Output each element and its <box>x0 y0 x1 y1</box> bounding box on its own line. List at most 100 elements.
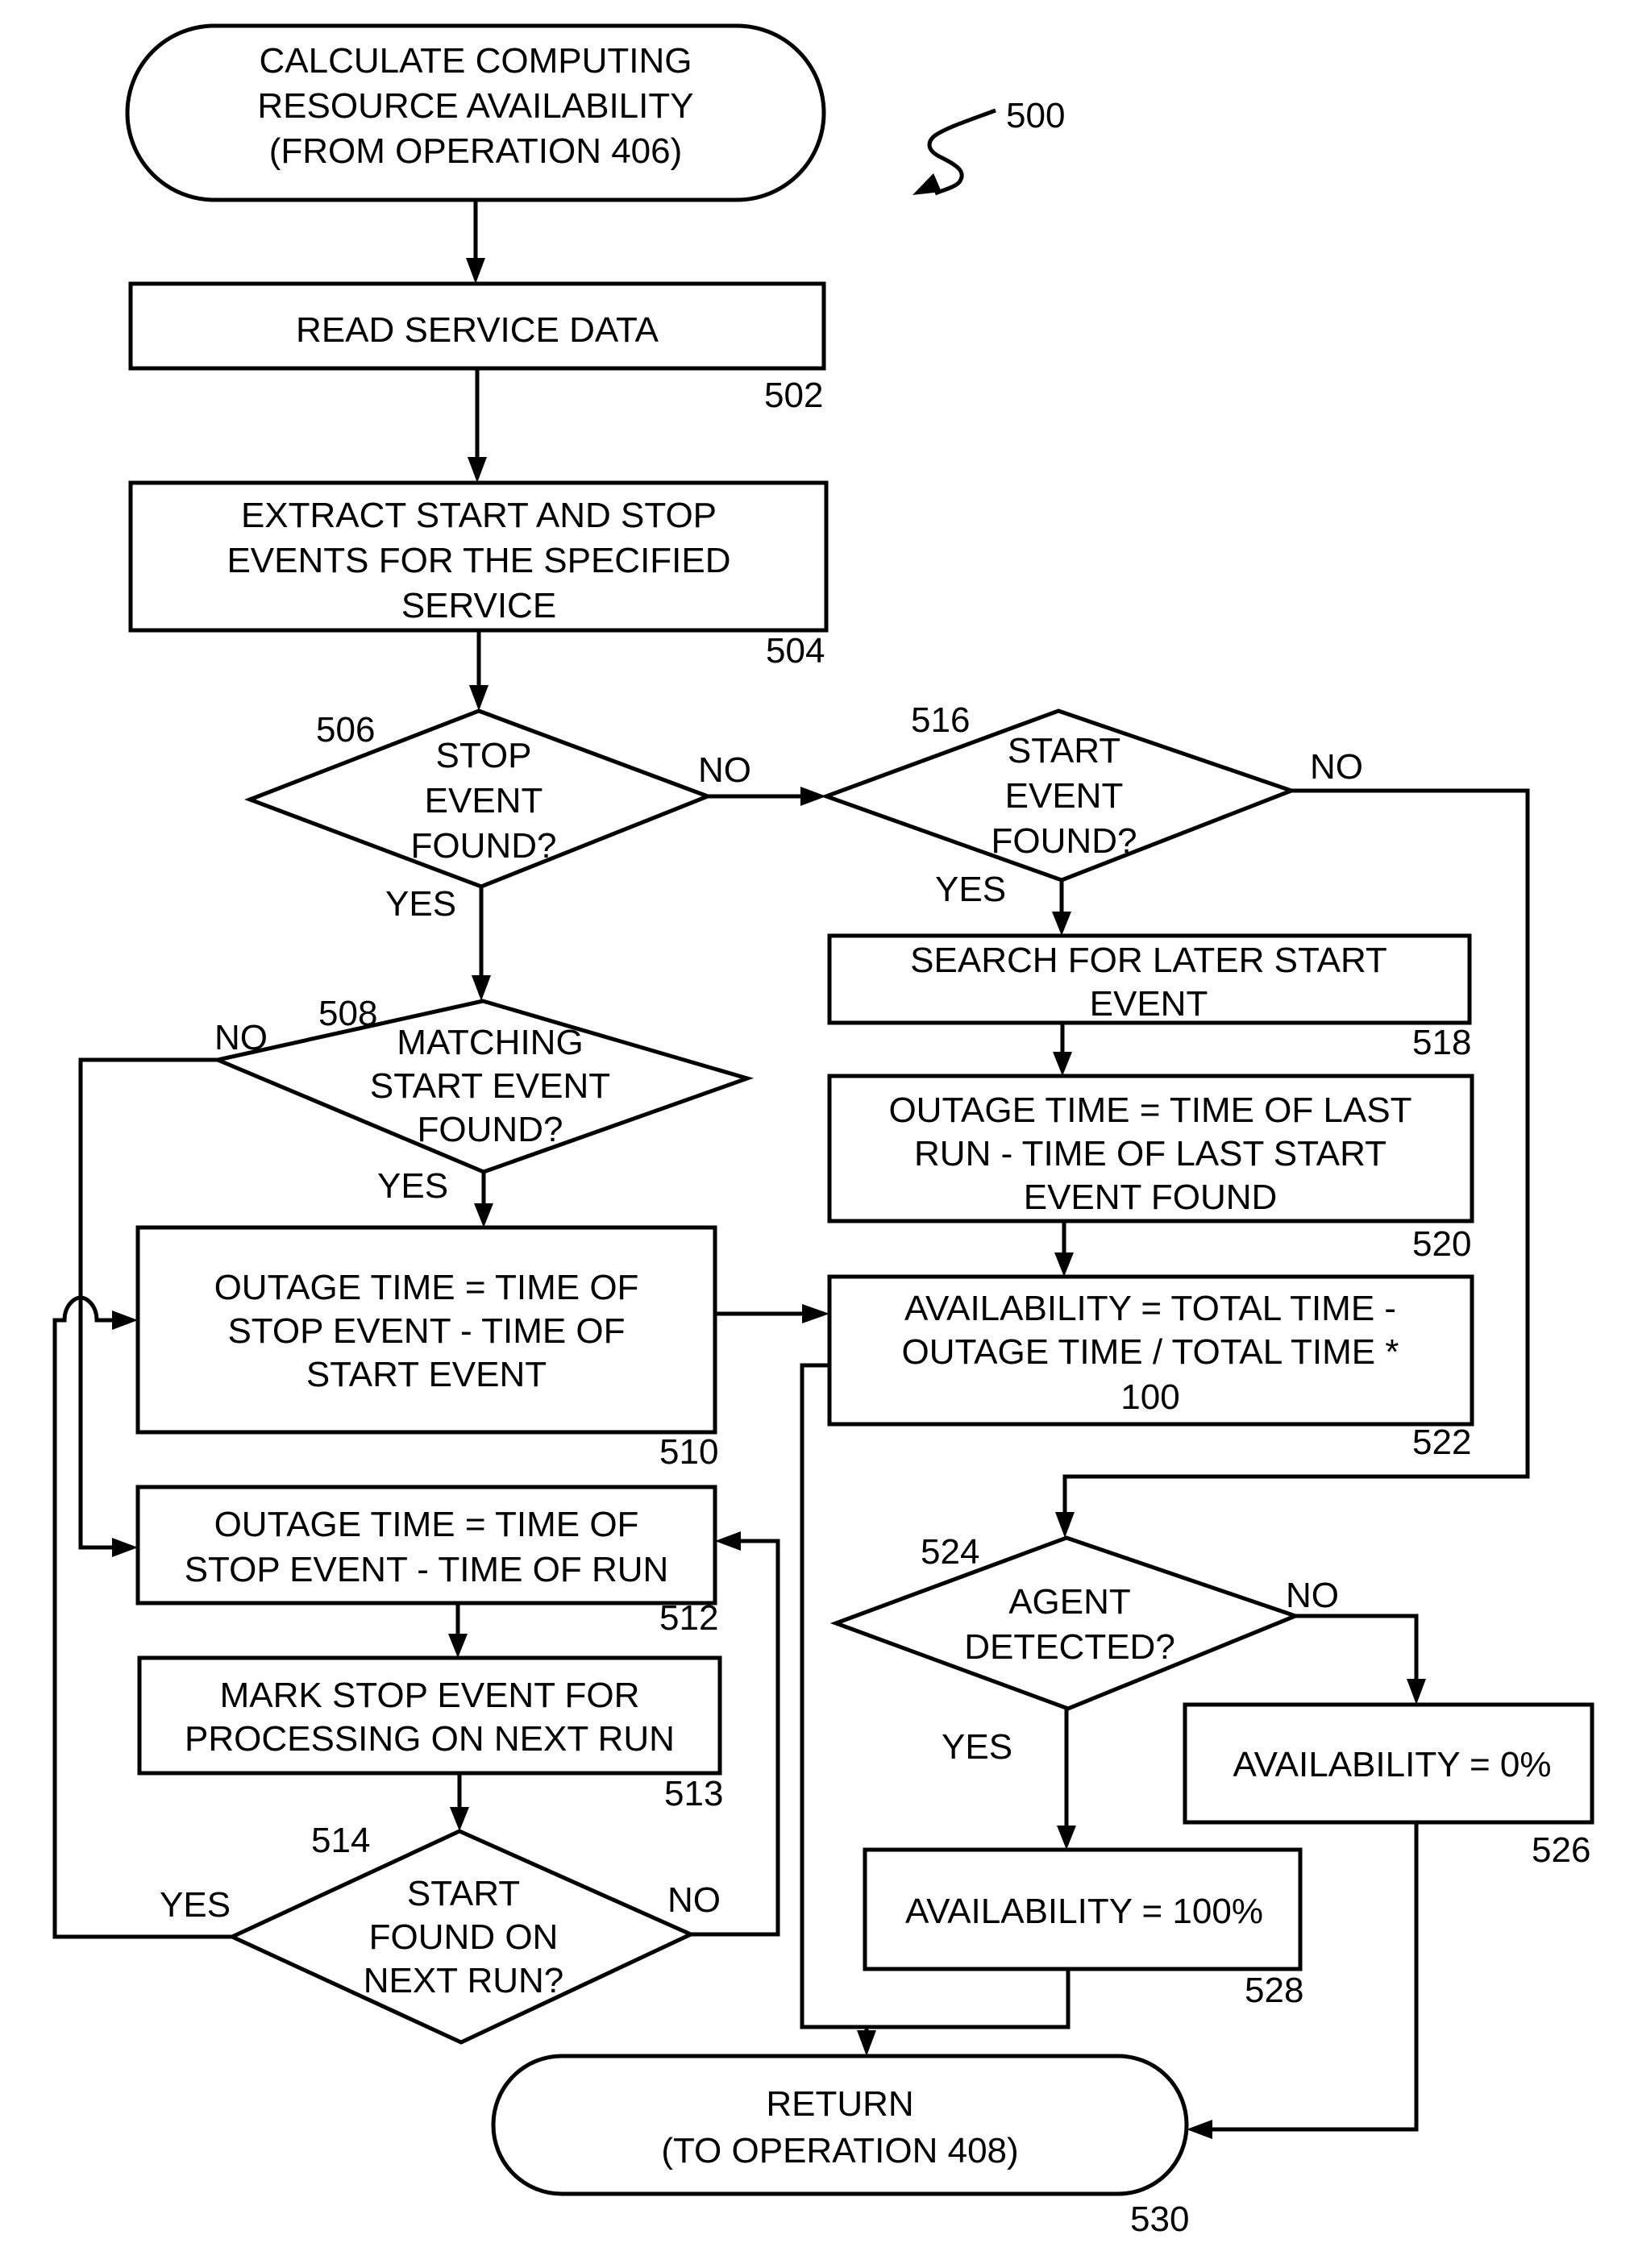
node-526-ref: 526 <box>1532 1830 1590 1870</box>
node-520-line-3: EVENT FOUND <box>1024 1178 1278 1217</box>
flowchart: 500 CALCULATE COMPUTING RESOURCE AVAILAB… <box>52 23 1594 2239</box>
node-506-line-2: EVENT <box>425 781 543 820</box>
arrowhead-icon <box>802 1304 829 1323</box>
node-504-line-3: SERVICE <box>401 586 556 625</box>
node-506: STOP EVENT FOUND? 506 NO YES <box>243 708 751 924</box>
branch-516-yes: YES <box>935 870 1006 909</box>
node-513-line-2: PROCESSING ON NEXT RUN <box>185 1719 675 1759</box>
node-522-ref: 522 <box>1412 1423 1471 1462</box>
node-504-ref: 504 <box>766 631 825 671</box>
arrowhead-icon <box>1054 1252 1074 1277</box>
arrowhead-icon <box>112 1311 138 1330</box>
node-512-ref: 512 <box>659 1598 718 1638</box>
node-start: CALCULATE COMPUTING RESOURCE AVAILABILIT… <box>125 23 826 202</box>
node-516: START EVENT FOUND? 516 NO YES <box>820 700 1363 909</box>
branch-514-no: NO <box>667 1880 721 1920</box>
branch-514-yes: YES <box>160 1885 231 1925</box>
edge-524-526 <box>1295 1614 1419 1680</box>
node-526-line-1: AVAILABILITY = 0% <box>1233 1745 1552 1784</box>
node-516-ref: 516 <box>911 700 970 740</box>
node-522: AVAILABILITY = TOTAL TIME - OUTAGE TIME … <box>827 1274 1474 1462</box>
node-524-line-2: DETECTED? <box>964 1627 1175 1667</box>
node-522-line-1: AVAILABILITY = TOTAL TIME - <box>904 1289 1396 1328</box>
arrowhead-icon <box>474 1203 493 1227</box>
node-start-line-2: RESOURCE AVAILABILITY <box>257 86 693 126</box>
node-524-line-1: AGENT <box>1008 1582 1131 1622</box>
node-514-line-1: START <box>407 1874 520 1913</box>
branch-516-no: NO <box>1310 747 1363 787</box>
arrowhead-icon <box>1057 1826 1076 1850</box>
arrowhead-icon <box>1052 912 1071 936</box>
node-508-ref: 508 <box>318 994 377 1033</box>
node-514-line-3: NEXT RUN? <box>364 1961 564 2000</box>
arrowhead-icon <box>450 1807 469 1831</box>
node-end-ref: 530 <box>1130 2199 1189 2239</box>
node-502-ref: 502 <box>764 376 823 415</box>
node-528-ref: 528 <box>1245 1971 1303 2010</box>
arrowhead-icon <box>1187 2120 1212 2139</box>
node-520-line-1: OUTAGE TIME = TIME OF LAST <box>888 1090 1411 1130</box>
node-506-ref: 506 <box>316 710 375 750</box>
node-518-line-1: SEARCH FOR LATER START <box>910 941 1387 980</box>
node-518-line-2: EVENT <box>1090 984 1208 1024</box>
node-528: AVAILABILITY = 100% 528 <box>863 1847 1303 2010</box>
arrowhead-icon <box>448 1634 468 1658</box>
figure-ref-squiggle <box>927 108 996 196</box>
node-516-line-3: FOUND? <box>992 821 1137 861</box>
branch-506-yes: YES <box>385 884 456 924</box>
node-510: OUTAGE TIME = TIME OF STOP EVENT - TIME … <box>135 1225 718 1472</box>
node-end: RETURN (TO OPERATION 408) 530 <box>491 2054 1189 2239</box>
node-502-line-1: READ SERVICE DATA <box>296 310 659 350</box>
node-504-line-2: EVENTS FOR THE SPECIFIED <box>227 541 730 580</box>
node-end-line-2: (TO OPERATION 408) <box>661 2131 1018 2170</box>
node-510-line-2: STOP EVENT - TIME OF <box>227 1311 625 1351</box>
node-524-ref: 524 <box>921 1532 979 1572</box>
arrowhead-icon <box>1053 1052 1072 1076</box>
arrowhead-icon <box>468 457 487 483</box>
node-520-ref: 520 <box>1412 1224 1471 1264</box>
node-514-ref: 514 <box>311 1821 370 1860</box>
node-518: SEARCH FOR LATER START EVENT 518 <box>827 933 1472 1062</box>
node-508-line-2: START EVENT <box>370 1066 610 1106</box>
arrowhead-icon <box>112 1538 138 1557</box>
node-506-line-1: STOP <box>435 736 531 775</box>
node-512-line-2: STOP EVENT - TIME OF RUN <box>185 1550 669 1589</box>
branch-524-yes: YES <box>942 1727 1012 1767</box>
node-522-line-2: OUTAGE TIME / TOTAL TIME * <box>902 1332 1399 1372</box>
arrowhead-icon <box>466 258 485 284</box>
branch-508-yes: YES <box>377 1166 448 1206</box>
node-510-line-1: OUTAGE TIME = TIME OF <box>214 1268 639 1307</box>
figure-ref: 500 <box>913 96 1065 196</box>
node-520-line-2: RUN - TIME OF LAST START <box>914 1134 1386 1173</box>
branch-508-no: NO <box>214 1018 268 1057</box>
node-526: AVAILABILITY = 0% 526 <box>1183 1702 1594 1870</box>
edge-522-end <box>800 1363 867 2029</box>
node-512: OUTAGE TIME = TIME OF STOP EVENT - TIME … <box>135 1485 718 1638</box>
arrowhead-icon <box>1407 1679 1426 1705</box>
node-513: MARK STOP EVENT FOR PROCESSING ON NEXT R… <box>137 1655 723 1813</box>
arrowhead-icon <box>469 685 488 711</box>
node-516-line-2: EVENT <box>1005 776 1124 816</box>
node-506-line-3: FOUND? <box>411 826 557 866</box>
node-508-line-1: MATCHING <box>397 1023 583 1062</box>
branch-506-no: NO <box>698 750 751 790</box>
branch-524-no: NO <box>1286 1576 1339 1615</box>
arrowhead-icon <box>857 2030 876 2056</box>
node-508: MATCHING START EVENT FOUND? 508 NO YES <box>210 994 755 1206</box>
node-508-line-3: FOUND? <box>418 1110 563 1149</box>
node-528-line-1: AVAILABILITY = 100% <box>905 1892 1263 1931</box>
node-522-line-3: 100 <box>1120 1377 1179 1417</box>
arrowhead-icon <box>715 1531 741 1551</box>
node-512-line-1: OUTAGE TIME = TIME OF <box>214 1505 639 1544</box>
node-518-ref: 518 <box>1412 1023 1471 1062</box>
node-504-line-1: EXTRACT START AND STOP <box>241 496 717 535</box>
node-513-line-1: MARK STOP EVENT FOR <box>220 1676 640 1715</box>
arrowhead-icon <box>472 975 491 1001</box>
edge-528-end <box>864 1969 1071 2032</box>
node-510-ref: 510 <box>659 1432 718 1472</box>
figure-ref-arrowhead <box>913 173 942 195</box>
arrowhead-icon <box>1055 1512 1075 1538</box>
node-513-ref: 513 <box>664 1774 723 1813</box>
node-start-line-3: (FROM OPERATION 406) <box>269 131 683 171</box>
node-520: OUTAGE TIME = TIME OF LAST RUN - TIME OF… <box>827 1074 1474 1264</box>
